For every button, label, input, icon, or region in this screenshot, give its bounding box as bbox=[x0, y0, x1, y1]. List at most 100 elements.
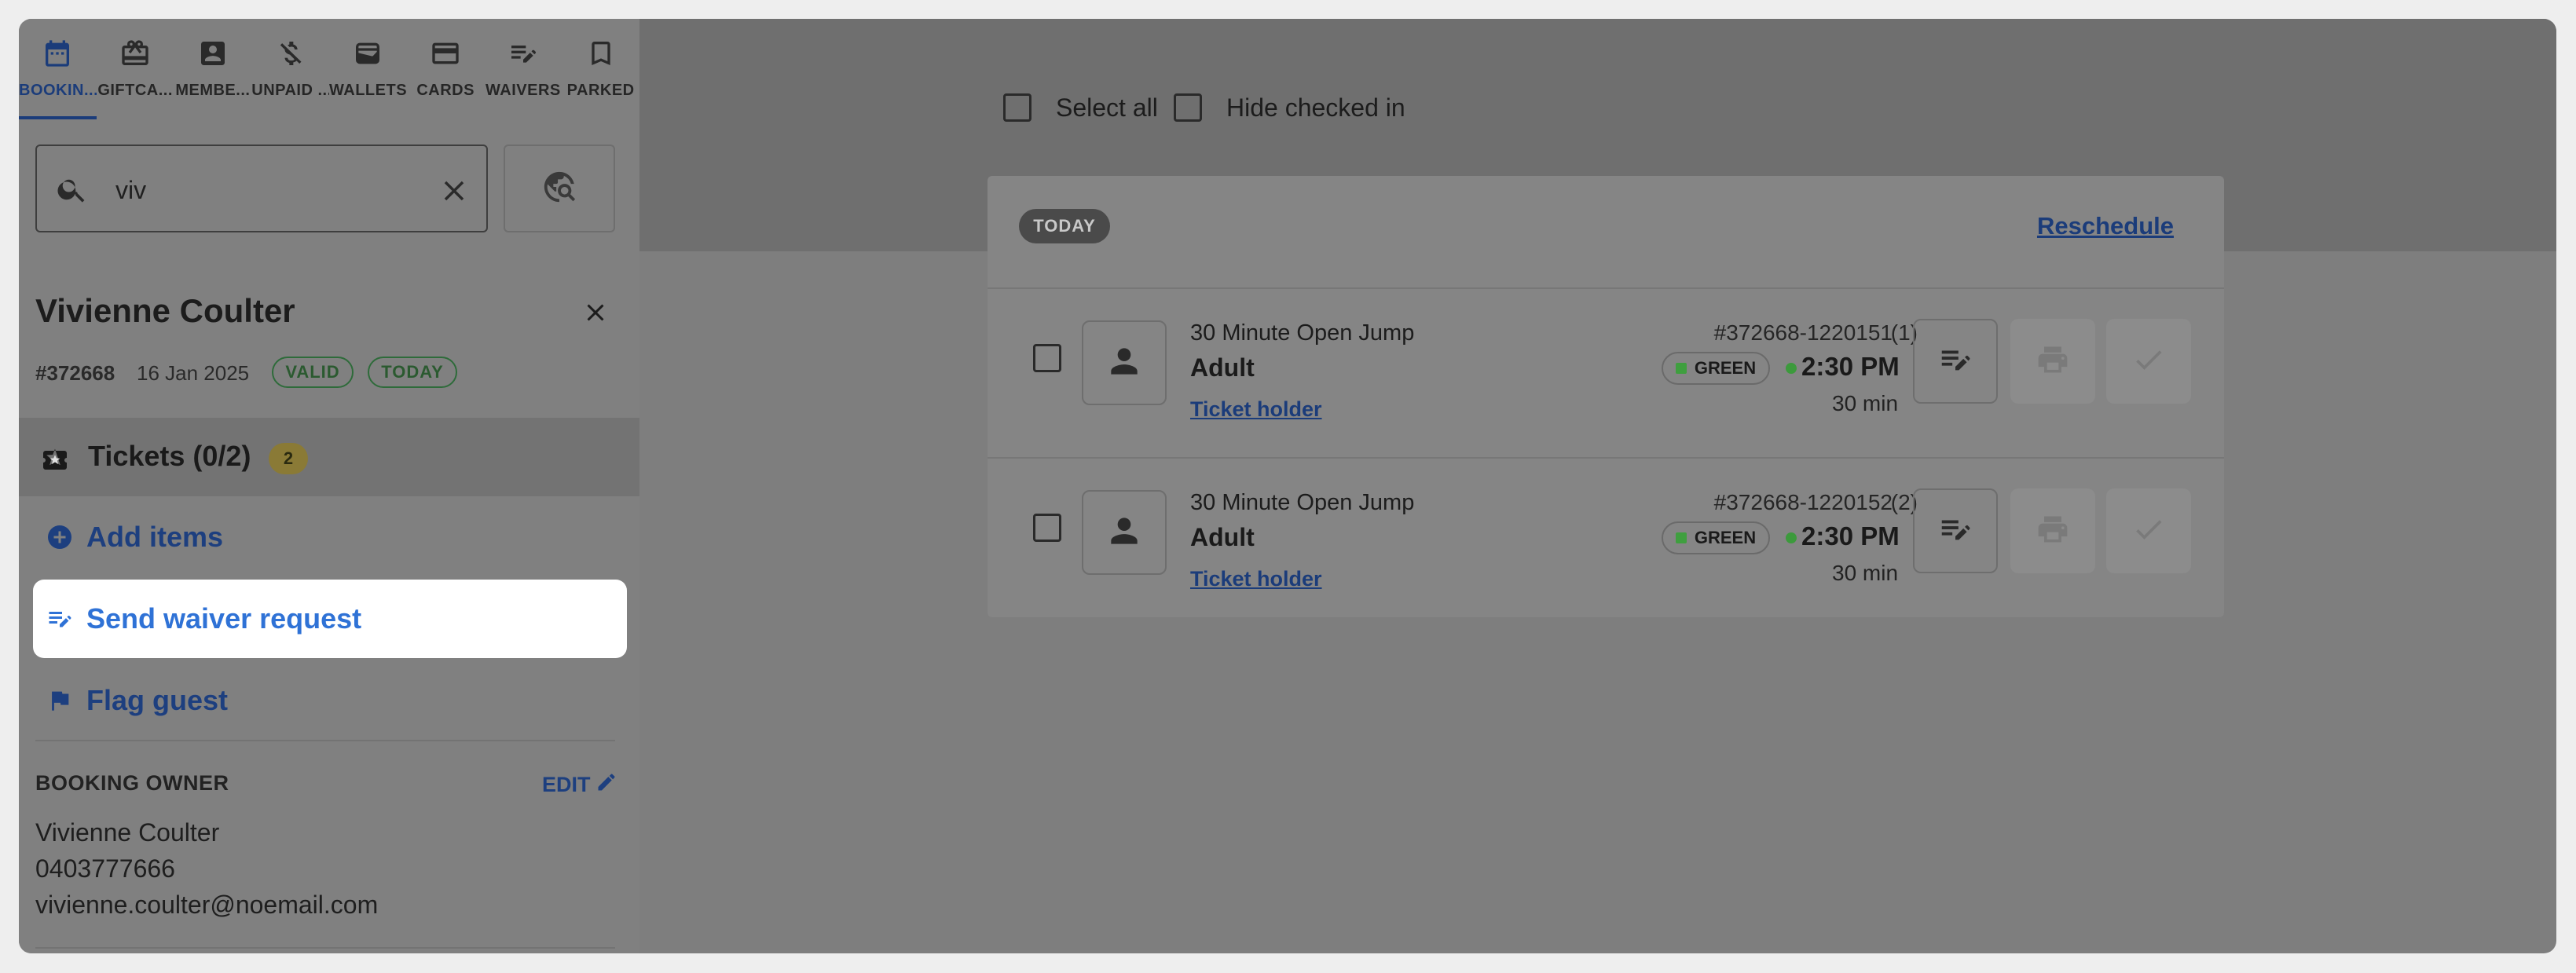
tab-members[interactable]: MEMBE... bbox=[174, 19, 252, 119]
member-badge-icon bbox=[196, 36, 230, 71]
ticket-checkbox[interactable] bbox=[1033, 344, 1061, 372]
waiver-edit-icon bbox=[38, 605, 82, 633]
session-time: 2:30 PM bbox=[1801, 521, 1900, 551]
pencil-icon bbox=[595, 771, 617, 799]
add-items-label: Add items bbox=[86, 521, 224, 553]
top-nav: BOOKIN... GIFTCA... MEMBE... UNPAID ... bbox=[19, 19, 639, 119]
tickets-count-badge: 2 bbox=[269, 443, 308, 474]
check-icon bbox=[2131, 342, 2166, 381]
bookmark-icon bbox=[584, 36, 618, 71]
tab-bookings[interactable]: BOOKIN... bbox=[19, 19, 97, 119]
ticket-id: #372668-1220151 bbox=[1713, 320, 1893, 345]
session-duration: 30 min bbox=[1832, 391, 1899, 415]
tab-label: PARKED bbox=[566, 82, 635, 99]
check-icon bbox=[2131, 512, 2166, 551]
product-name: 30 Minute Open Jump bbox=[1190, 490, 1415, 515]
tab-label: CARDS bbox=[416, 82, 475, 99]
color-swatch bbox=[1675, 532, 1687, 543]
owner-name: Vivienne Coulter bbox=[35, 818, 220, 847]
flag-guest-button[interactable]: Flag guest bbox=[33, 661, 627, 740]
owner-email: vivienne.coulter@noemail.com bbox=[35, 891, 379, 919]
status-dot bbox=[1786, 363, 1797, 374]
tab-wallets[interactable]: WALLETS bbox=[329, 19, 407, 119]
ticket-icon bbox=[41, 446, 69, 478]
flag-guest-label: Flag guest bbox=[86, 684, 229, 716]
tab-giftcards[interactable]: GIFTCA... bbox=[97, 19, 174, 119]
edit-owner-button[interactable]: EDIT bbox=[542, 771, 617, 799]
tab-label: UNPAID ... bbox=[251, 82, 329, 99]
tab-label: BOOKIN... bbox=[19, 82, 97, 99]
guest-name: Vivienne Coulter bbox=[35, 292, 295, 329]
add-items-button[interactable]: Add items bbox=[33, 498, 627, 576]
money-off-icon bbox=[273, 36, 308, 71]
search-input[interactable]: viv bbox=[35, 144, 488, 232]
ticket-holder-link[interactable]: Ticket holder bbox=[1190, 397, 1322, 422]
add-circle-icon bbox=[38, 523, 82, 551]
select-all-checkbox[interactable] bbox=[1003, 93, 1031, 122]
tab-label: WALLETS bbox=[329, 82, 407, 99]
left-panel: BOOKIN... GIFTCA... MEMBE... UNPAID ... bbox=[19, 19, 639, 953]
ticket-type: Adult bbox=[1190, 353, 1255, 382]
edit-waiver-button[interactable] bbox=[1913, 319, 1998, 404]
product-name: 30 Minute Open Jump bbox=[1190, 320, 1415, 346]
waiver-edit-icon bbox=[1937, 511, 1973, 551]
booking-owner-heading: BOOKING OWNER bbox=[35, 771, 229, 795]
tickets-section-header[interactable]: Tickets (0/2) 2 bbox=[19, 418, 639, 496]
print-icon bbox=[2036, 512, 2070, 551]
ticket-holder-link[interactable]: Ticket holder bbox=[1190, 567, 1322, 591]
booking-date: 16 Jan 2025 bbox=[137, 361, 250, 385]
tab-label: WAIVERS bbox=[486, 82, 561, 99]
tab-cards[interactable]: CARDS bbox=[407, 19, 485, 119]
calendar-icon bbox=[40, 36, 75, 71]
reschedule-link[interactable]: Reschedule bbox=[1860, 212, 2174, 240]
location-search-button[interactable] bbox=[504, 144, 615, 232]
tab-unpaid[interactable]: UNPAID ... bbox=[251, 19, 329, 119]
ticket-row: 30 Minute Open Jump Adult Ticket holder … bbox=[988, 289, 2224, 457]
travel-explore-icon bbox=[541, 169, 577, 209]
session-time: 2:30 PM bbox=[1801, 352, 1900, 381]
hide-checked-in-checkbox[interactable] bbox=[1174, 93, 1202, 122]
hide-checked-in-label: Hide checked in bbox=[1226, 93, 1405, 122]
status-badge-today: TODAY bbox=[368, 357, 457, 388]
wristband-color-chip: GREEN bbox=[1662, 352, 1770, 385]
check-in-button[interactable] bbox=[2106, 488, 2191, 573]
tab-parked[interactable]: PARKED bbox=[562, 19, 639, 119]
tab-label: MEMBE... bbox=[175, 82, 251, 99]
search-value: viv bbox=[115, 176, 147, 204]
divider bbox=[35, 740, 615, 741]
status-badge-valid: VALID bbox=[272, 357, 354, 388]
booking-card: TODAY Reschedule 30 Minute Open Jump Adu… bbox=[988, 176, 2224, 617]
print-icon bbox=[2036, 342, 2070, 381]
person-icon bbox=[1105, 342, 1144, 385]
waiver-edit-icon bbox=[506, 36, 540, 71]
booking-id: #372668 bbox=[35, 361, 115, 385]
status-dot bbox=[1786, 532, 1797, 543]
flag-icon bbox=[38, 687, 82, 714]
send-waiver-label: Send waiver request bbox=[86, 602, 362, 635]
session-duration: 30 min bbox=[1832, 561, 1899, 585]
app-frame: BOOKIN... GIFTCA... MEMBE... UNPAID ... bbox=[19, 19, 2556, 953]
close-icon[interactable] bbox=[581, 298, 610, 331]
wristband-color-label: GREEN bbox=[1694, 358, 1757, 378]
check-in-button[interactable] bbox=[2106, 319, 2191, 404]
tab-waivers[interactable]: WAIVERS bbox=[485, 19, 562, 119]
send-waiver-request-button[interactable]: Send waiver request bbox=[33, 580, 627, 658]
print-button[interactable] bbox=[2010, 488, 2095, 573]
ticket-checkbox[interactable] bbox=[1033, 514, 1061, 542]
edit-waiver-button[interactable] bbox=[1913, 488, 1998, 573]
clear-search-icon[interactable] bbox=[438, 174, 471, 211]
person-icon bbox=[1105, 511, 1144, 554]
gift-card-icon bbox=[118, 36, 152, 71]
day-chip: TODAY bbox=[1019, 209, 1110, 243]
select-all-label: Select all bbox=[1056, 93, 1158, 122]
edit-owner-label: EDIT bbox=[542, 773, 591, 796]
avatar[interactable] bbox=[1082, 490, 1167, 575]
print-button[interactable] bbox=[2010, 319, 2095, 404]
owner-phone: 0403777666 bbox=[35, 854, 175, 883]
wristband-color-chip: GREEN bbox=[1662, 521, 1770, 554]
wallet-icon bbox=[350, 36, 385, 71]
color-swatch bbox=[1675, 363, 1687, 374]
tab-label: GIFTCA... bbox=[97, 82, 173, 99]
ticket-id: #372668-1220152 bbox=[1713, 490, 1893, 514]
avatar[interactable] bbox=[1082, 320, 1167, 405]
